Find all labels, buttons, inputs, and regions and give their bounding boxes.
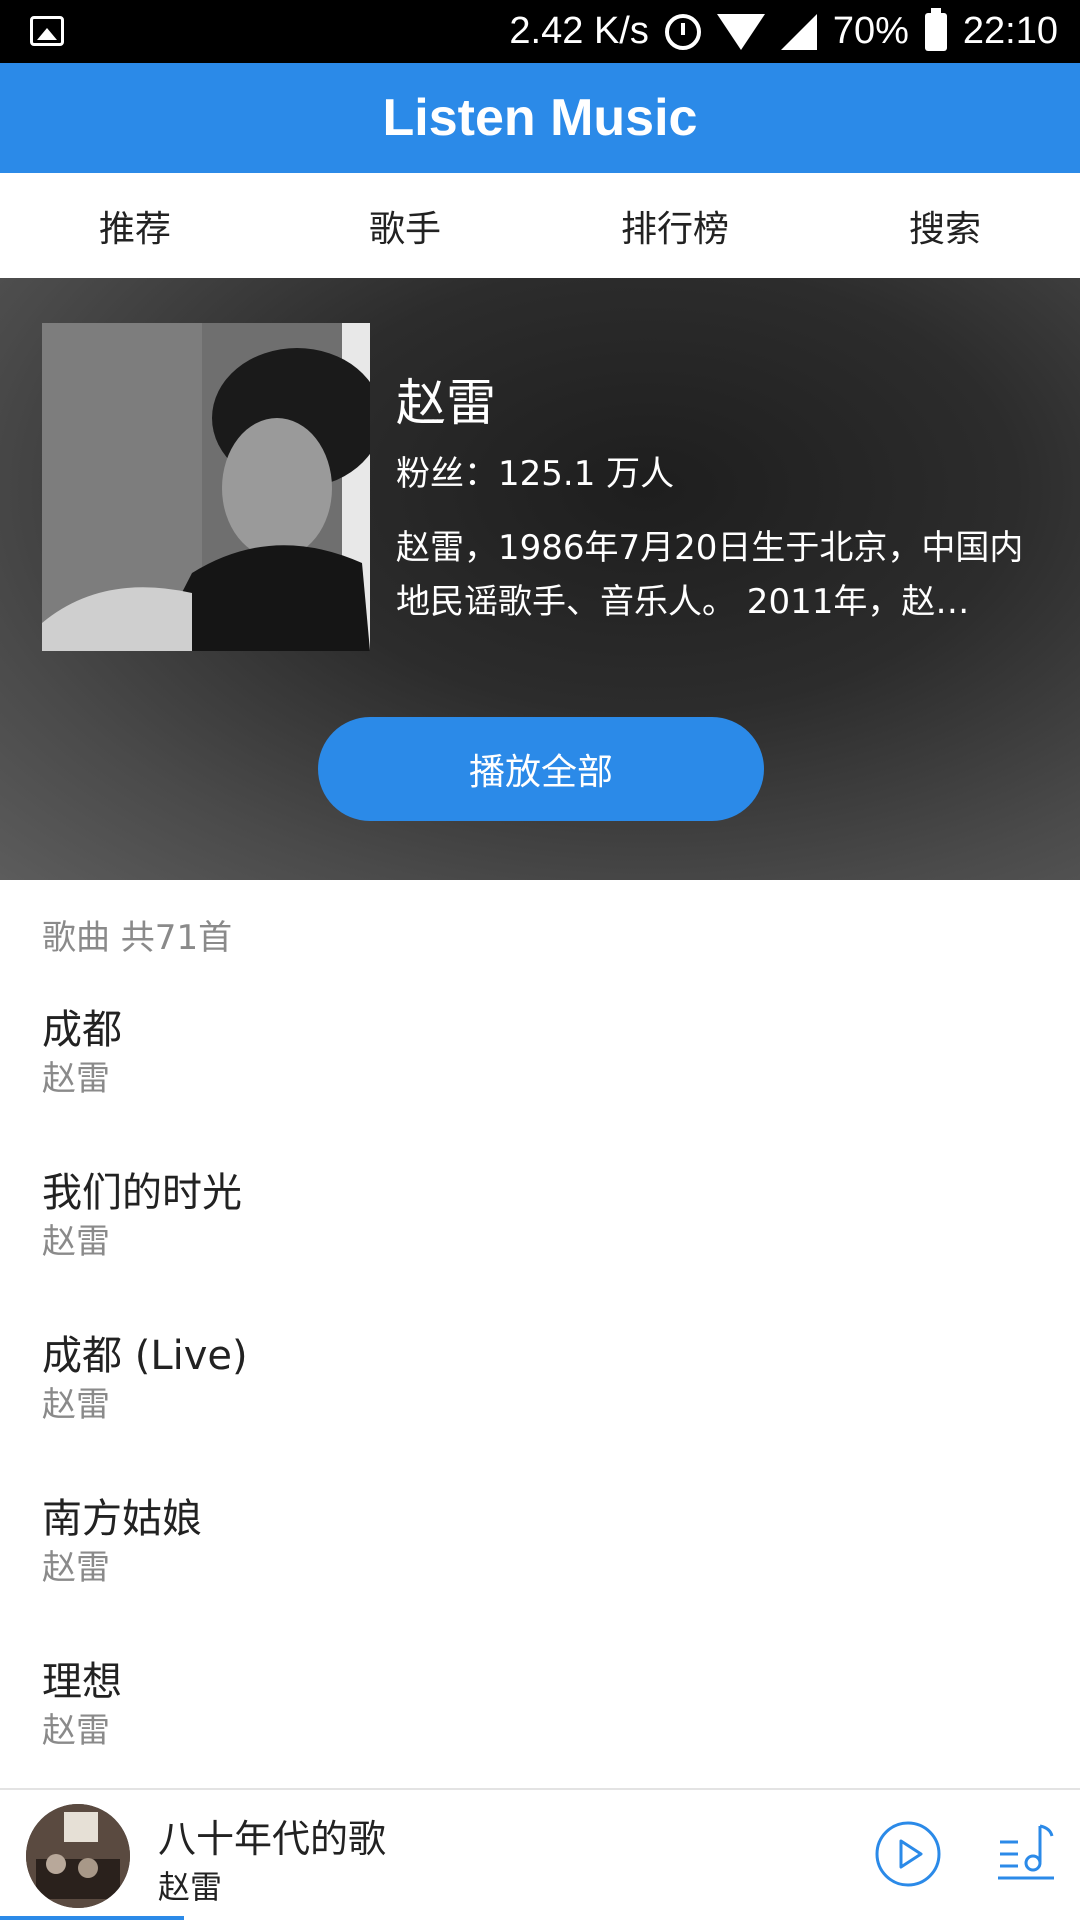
clock: 22:10 (962, 10, 1058, 52)
alarm-icon (664, 13, 701, 50)
play-all-button[interactable]: 播放全部 (318, 717, 764, 821)
wifi-icon (716, 13, 765, 50)
mini-player[interactable]: 八十年代的歌 赵雷 (0, 1788, 1080, 1920)
list-item[interactable]: 南方姑娘 赵雷 (0, 1494, 1080, 1657)
image-icon (30, 16, 64, 46)
song-title: 我们的时光 (42, 1170, 242, 1216)
tab-singers[interactable]: 歌手 (270, 173, 540, 278)
status-bar-right: 2.42 K/s 70% 22:10 (509, 0, 1058, 63)
song-title: 理想 (42, 1659, 122, 1705)
list-item[interactable]: 我们的时光 赵雷 (0, 1168, 1080, 1331)
song-title: 南方姑娘 (42, 1496, 202, 1542)
tab-recommend[interactable]: 推荐 (0, 173, 270, 278)
album-cover-image (26, 1804, 130, 1908)
song-artist: 赵雷 (42, 1222, 110, 1262)
list-item[interactable]: 成都 (Live) 赵雷 (0, 1331, 1080, 1494)
network-speed: 2.42 K/s (509, 10, 649, 52)
song-count: 歌曲 共71首 (42, 918, 233, 958)
now-playing-artist: 赵雷 (158, 1868, 223, 1906)
artist-header: 赵雷 粉丝：125.1 万人 赵雷，1986年7月20日生于北京，中国内地民谣歌… (0, 278, 1080, 880)
playback-progress (0, 1916, 184, 1920)
battery-percent: 70% (832, 10, 909, 52)
song-artist: 赵雷 (42, 1385, 110, 1425)
status-bar: 2.42 K/s 70% 22:10 (0, 0, 1080, 63)
album-cover[interactable] (26, 1804, 130, 1908)
song-title: 成都 (Live) (42, 1333, 248, 1379)
song-artist: 赵雷 (42, 1059, 110, 1099)
tab-search[interactable]: 搜索 (810, 173, 1080, 278)
artist-fans: 粉丝：125.1 万人 (396, 454, 675, 494)
artist-description: 赵雷，1986年7月20日生于北京，中国内地民谣歌手、音乐人。 2011年，赵… (396, 528, 1024, 622)
artist-photo-image (42, 323, 370, 651)
tab-bar: 推荐 歌手 排行榜 搜索 (0, 173, 1080, 278)
list-item[interactable]: 成都 赵雷 (0, 1005, 1080, 1168)
signal-icon (780, 13, 817, 50)
artist-name: 赵雷 (396, 374, 496, 432)
artist-photo (42, 323, 370, 651)
app-bar: Listen Music (0, 63, 1080, 173)
song-artist: 赵雷 (42, 1711, 110, 1751)
song-list: 成都 赵雷 我们的时光 赵雷 成都 (Live) 赵雷 南方姑娘 赵雷 理想 赵… (0, 1005, 1080, 1820)
battery-icon (924, 7, 947, 51)
app-title: Listen Music (382, 89, 698, 147)
play-circle-icon[interactable] (874, 1820, 942, 1888)
playlist-icon[interactable] (996, 1820, 1056, 1884)
now-playing-title: 八十年代的歌 (158, 1817, 387, 1861)
song-title: 成都 (42, 1007, 122, 1053)
song-artist: 赵雷 (42, 1548, 110, 1588)
tab-charts[interactable]: 排行榜 (540, 173, 810, 278)
